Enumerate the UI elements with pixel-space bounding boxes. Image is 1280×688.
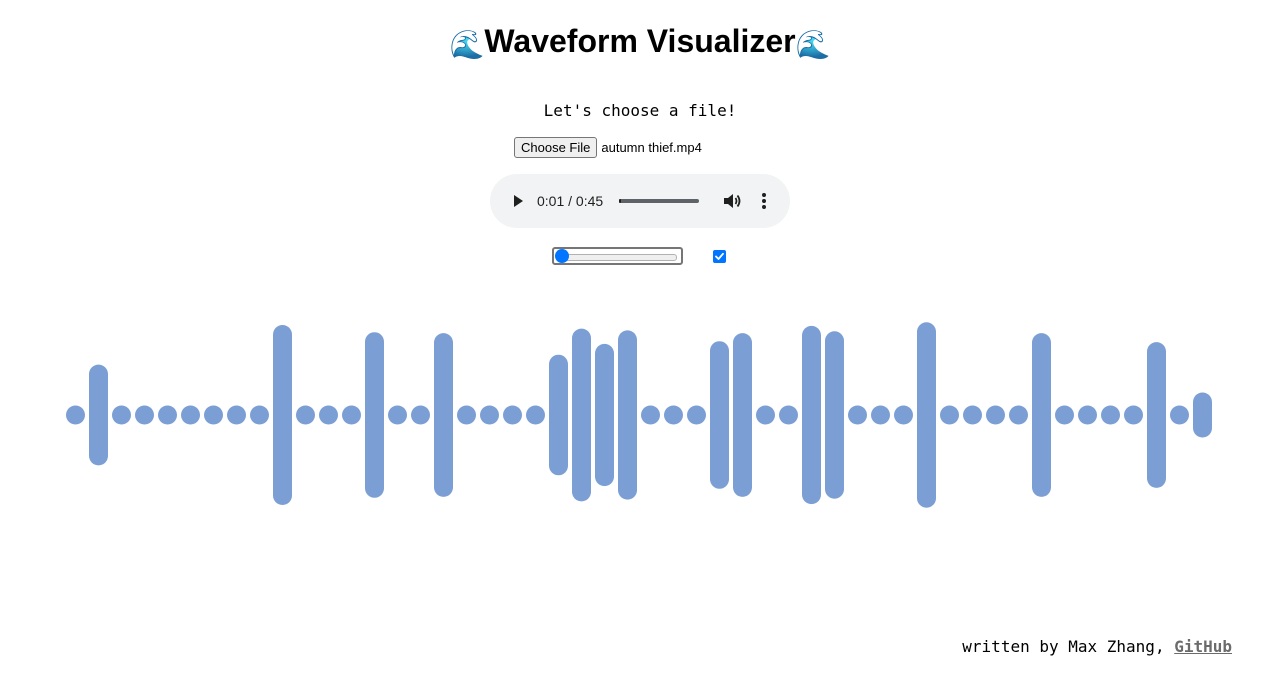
waveform-bar <box>273 325 292 505</box>
upload-prompt: Let's choose a file! <box>543 101 737 120</box>
waveform-bar <box>1055 405 1074 425</box>
footer: written by Max Zhang, GitHub <box>962 636 1232 658</box>
waveform-bar <box>503 405 522 425</box>
waveform-bar <box>641 405 660 425</box>
waveform-bar <box>342 405 361 425</box>
waveform-bar <box>89 364 108 466</box>
github-link[interactable]: GitHub <box>1174 637 1232 656</box>
waveform-bar <box>526 405 545 425</box>
waveform-bar <box>480 405 499 425</box>
waveform-bar <box>1009 405 1028 425</box>
page-title: 🌊Waveform Visualizer🌊 <box>0 20 1280 66</box>
volume-icon[interactable] <box>722 191 742 211</box>
waveform-bar <box>319 405 338 425</box>
waveform-visualization <box>66 322 1212 508</box>
slider-track <box>558 254 677 261</box>
wave-emoji-right: 🌊 <box>795 29 831 60</box>
waveform-bar <box>894 405 913 425</box>
time-display: 0:01 / 0:45 <box>537 193 604 209</box>
waveform-bar <box>733 333 752 497</box>
waveform-bar <box>1193 392 1212 438</box>
footer-credit: written by Max Zhang, <box>962 637 1175 656</box>
wave-emoji-left: 🌊 <box>449 29 485 60</box>
waveform-bar <box>227 405 246 425</box>
choose-file-button[interactable]: Choose File <box>514 137 598 158</box>
file-input[interactable]: Choose File autumn thief.mp4 <box>514 137 702 158</box>
waveform-bar <box>618 330 637 500</box>
waveform-bar <box>1078 405 1097 425</box>
waveform-bar <box>1147 342 1166 488</box>
audio-progress-bar[interactable] <box>619 199 699 203</box>
waveform-bar <box>687 405 706 425</box>
waveform-bar <box>802 325 821 505</box>
checkmark-icon <box>715 252 724 260</box>
waveform-bar <box>411 405 430 425</box>
waveform-bar <box>664 405 683 425</box>
waveform-bar <box>250 405 269 425</box>
waveform-bar <box>1124 405 1143 425</box>
waveform-bar <box>940 405 959 425</box>
waveform-bar <box>986 405 1005 425</box>
waveform-bar <box>388 405 407 425</box>
title-text: Waveform Visualizer <box>484 23 796 59</box>
waveform-bar <box>158 405 177 425</box>
audio-progress-fill <box>619 199 621 203</box>
waveform-bar <box>779 405 798 425</box>
waveform-bar <box>710 341 729 489</box>
waveform-bar <box>457 405 476 425</box>
slider-thumb[interactable] <box>555 249 569 263</box>
range-slider[interactable] <box>552 247 683 265</box>
waveform-bar <box>1032 333 1051 497</box>
waveform-bar <box>871 405 890 425</box>
waveform-bar <box>181 405 200 425</box>
selected-file-name: autumn thief.mp4 <box>601 140 702 155</box>
waveform-bar <box>1101 405 1120 425</box>
play-icon[interactable] <box>511 194 525 208</box>
waveform-bar <box>296 405 315 425</box>
waveform-bar <box>848 405 867 425</box>
waveform-bar <box>595 343 614 487</box>
waveform-bar <box>66 405 85 425</box>
waveform-bar <box>434 333 453 497</box>
waveform-bar <box>549 354 568 476</box>
waveform-bar <box>756 405 775 425</box>
waveform-bar <box>572 328 591 502</box>
waveform-bar <box>112 405 131 425</box>
waveform-bar <box>825 331 844 499</box>
waveform-bar <box>1170 405 1189 425</box>
waveform-bar <box>204 405 223 425</box>
waveform-bar <box>963 405 982 425</box>
waveform-bar <box>365 332 384 498</box>
toggle-checkbox[interactable] <box>713 250 726 263</box>
waveform-bar <box>917 322 936 508</box>
waveform-bar <box>135 405 154 425</box>
more-options-icon[interactable] <box>760 192 768 210</box>
